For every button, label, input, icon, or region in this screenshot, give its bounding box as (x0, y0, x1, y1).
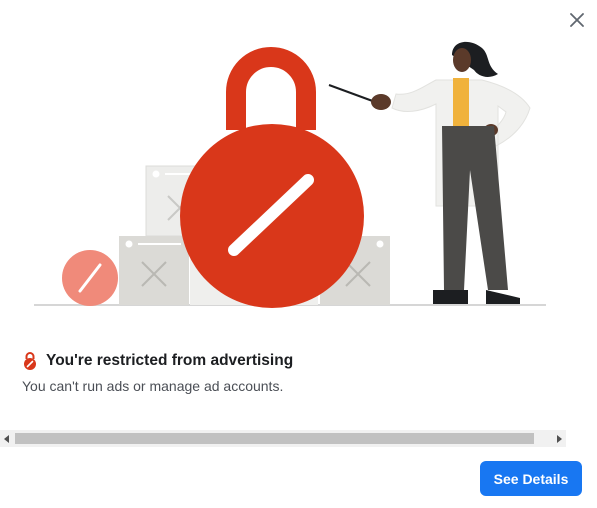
scrollbar-thumb[interactable] (15, 433, 534, 444)
padlock-icon (180, 124, 364, 308)
restriction-heading: You're restricted from advertising (22, 349, 293, 373)
close-button[interactable] (565, 8, 589, 32)
restriction-illustration (0, 0, 597, 320)
triangle-left-icon (4, 434, 9, 443)
horizontal-scrollbar[interactable] (0, 430, 566, 447)
small-prohibited-icon (62, 250, 118, 306)
presenter-figure (371, 41, 531, 304)
close-icon (570, 13, 584, 27)
triangle-right-icon (557, 434, 562, 443)
dialog-description: You can't run ads or manage ad accounts. (22, 378, 284, 394)
see-details-button[interactable]: See Details (480, 461, 582, 496)
scroll-left-arrow[interactable] (0, 430, 14, 447)
scroll-right-arrow[interactable] (552, 430, 566, 447)
restriction-dialog: You're restricted from advertising You c… (0, 0, 597, 508)
browser-box-left (119, 236, 189, 305)
dialog-title: You're restricted from advertising (46, 352, 294, 369)
lock-icon (24, 352, 36, 370)
